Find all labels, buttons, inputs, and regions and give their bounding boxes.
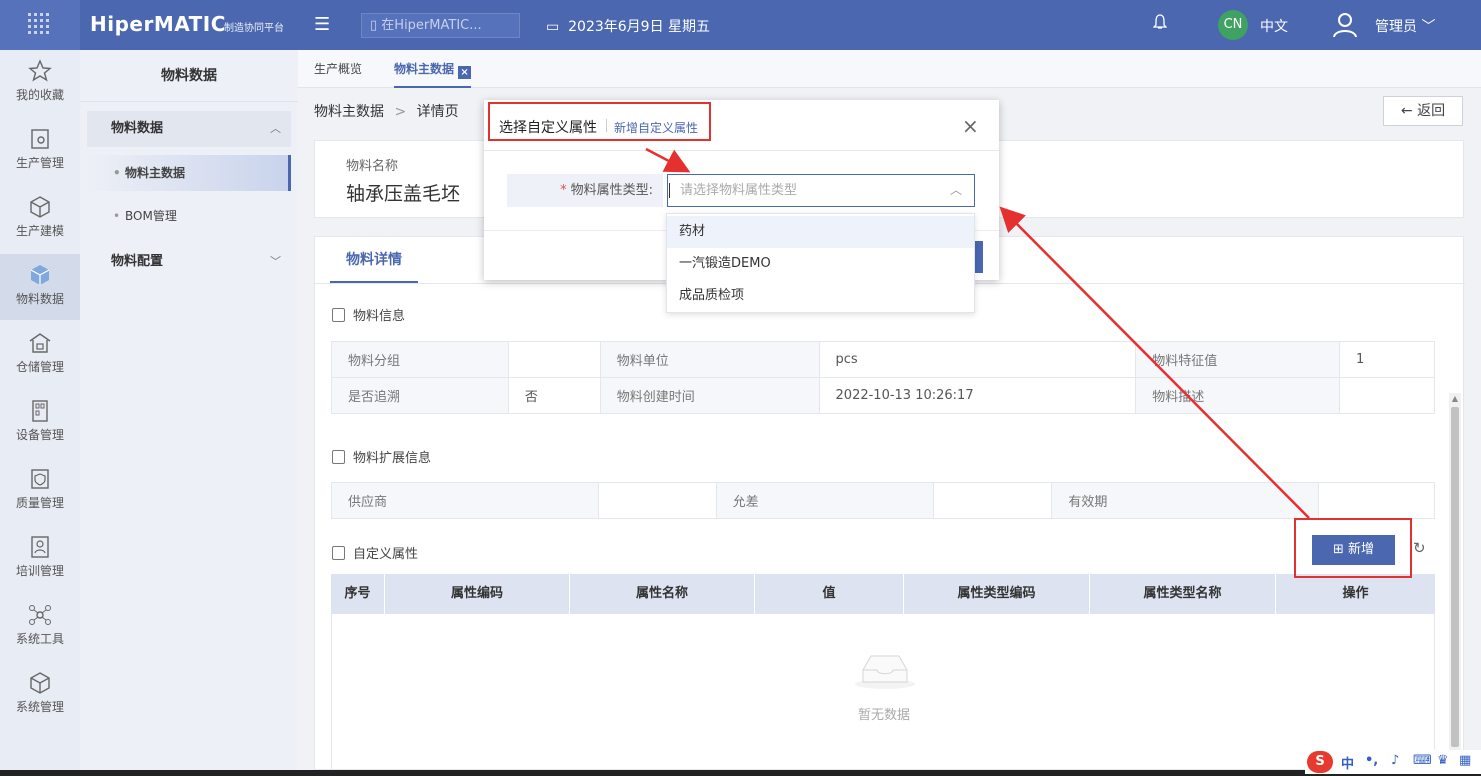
- rail-item-favorites[interactable]: 我的收藏: [0, 50, 80, 116]
- ime-skin-icon[interactable]: ♛: [1437, 753, 1449, 768]
- option-finished-inspection[interactable]: 成品质检项: [667, 280, 974, 312]
- section-material-info: 物料信息: [332, 305, 405, 324]
- chevron-down-icon: ﹀: [270, 255, 281, 268]
- document-icon: [332, 450, 345, 464]
- close-icon[interactable]: ×: [458, 66, 472, 79]
- scrollbar-thumb[interactable]: [1451, 407, 1459, 747]
- person-icon: [31, 536, 49, 558]
- cube-icon: [30, 196, 50, 218]
- brand-logo: HiperMATIC: [90, 12, 226, 36]
- section-material-ext: 物料扩展信息: [332, 447, 431, 466]
- rail-item-warehouse[interactable]: 仓储管理: [0, 322, 80, 388]
- attribute-type-label: * 物料属性类型:: [507, 174, 663, 207]
- sidebar-title: 物料数据: [80, 50, 298, 102]
- sidebar-item-material-master[interactable]: 物料主数据: [87, 155, 291, 191]
- material-detail-card: 物料详情 物料信息 物料分组 物料单位 pcs 物料特征值 1 是否追溯 否 物…: [314, 236, 1465, 771]
- menu-toggle-icon[interactable]: ☰: [314, 14, 330, 35]
- sogou-logo-icon: S: [1307, 751, 1333, 773]
- star-icon: [28, 59, 52, 82]
- rail-item-modeling[interactable]: 生产建模: [0, 186, 80, 252]
- empty-text: 暂无数据: [857, 708, 910, 723]
- rail-item-system[interactable]: 系统管理: [0, 662, 80, 728]
- warehouse-icon: [29, 333, 51, 353]
- top-header: HiperMATIC 制造协同平台 ☰ ▯ 在HiperMATIC... ▭ 2…: [0, 0, 1481, 50]
- language-badge[interactable]: CN: [1218, 10, 1248, 40]
- taskbar-strip: [0, 770, 1481, 776]
- back-button[interactable]: ← 返回: [1383, 96, 1463, 126]
- ime-toolbar[interactable]: S 中 •, ♪ ⌨ ♛ ▦: [1305, 750, 1481, 774]
- search-input[interactable]: ▯ 在HiperMATIC...: [361, 13, 520, 38]
- table-row: 是否追溯 否 物料创建时间 2022-10-13 10:26:17 物料描述: [331, 377, 1435, 414]
- arrow-left-icon: ←: [1400, 103, 1418, 119]
- date-display: ▭ 2023年6月9日 星期五: [546, 19, 711, 35]
- ime-mic-icon[interactable]: ♪: [1391, 753, 1399, 768]
- attribute-type-dropdown: 药材 一汽锻造DEMO 成品质检项: [666, 213, 975, 313]
- material-name-value: 轴承压盖毛坯: [346, 183, 461, 205]
- document-icon: [332, 308, 345, 322]
- annotation-box-dialog-title: [488, 102, 711, 141]
- sidebar-group-material-config[interactable]: 物料配置 ﹀: [87, 244, 291, 280]
- material-info-table: 物料分组 物料单位 pcs 物料特征值 1 是否追溯 否 物料创建时间 2022…: [331, 341, 1435, 414]
- table-row: 供应商 允差 有效期: [331, 482, 1435, 519]
- annotation-box-add-button: [1294, 518, 1412, 578]
- sidebar-item-bom[interactable]: BOM管理: [87, 198, 291, 234]
- rail-item-production[interactable]: 生产管理: [0, 118, 80, 184]
- ime-menu-icon[interactable]: ▦: [1459, 753, 1471, 768]
- chevron-down-icon: ﹀: [1417, 19, 1436, 35]
- breadcrumb-current: 详情页: [416, 104, 459, 120]
- shield-icon: [31, 469, 49, 489]
- calendar-icon: ▭: [546, 19, 569, 35]
- custom-attributes-header: 序号 属性编码 属性名称 值 属性类型编码 属性类型名称 操作: [331, 574, 1435, 614]
- refresh-icon[interactable]: ↻: [1413, 539, 1426, 557]
- bell-icon[interactable]: [1152, 14, 1168, 34]
- page-tabs: 生产概览 物料主数据 ×: [298, 50, 1481, 88]
- tab-material-master[interactable]: 物料主数据 ×: [394, 50, 472, 88]
- option-faw-forging-demo[interactable]: 一汽锻造DEMO: [667, 248, 974, 280]
- rail-item-tools[interactable]: 系统工具: [0, 594, 80, 660]
- rail-item-material[interactable]: 物料数据: [0, 254, 80, 320]
- confirm-button[interactable]: [975, 241, 983, 273]
- empty-inbox-icon: [855, 655, 915, 689]
- search-doc-icon: ▯: [370, 18, 382, 33]
- chevron-up-icon: ︿: [949, 183, 962, 197]
- user-avatar-icon[interactable]: [1330, 9, 1360, 43]
- scroll-up-icon[interactable]: ▲: [1449, 393, 1461, 405]
- language-switch[interactable]: 中文: [1260, 16, 1288, 36]
- chevron-up-icon: ︿: [270, 122, 281, 135]
- tab-production-overview[interactable]: 生产概览: [314, 50, 362, 88]
- section-custom-attributes: 自定义属性: [332, 543, 418, 562]
- breadcrumb: 物料主数据 > 详情页: [314, 104, 459, 120]
- sidebar-group-material-data[interactable]: 物料数据 ︿: [87, 111, 291, 147]
- tab-material-detail[interactable]: 物料详情: [330, 237, 418, 283]
- rail-item-quality[interactable]: 质量管理: [0, 458, 80, 524]
- breadcrumb-root[interactable]: 物料主数据: [314, 104, 384, 120]
- app-grid-icon[interactable]: [0, 0, 80, 50]
- brand-subtitle: 制造协同平台: [224, 23, 284, 34]
- close-icon[interactable]: ×: [962, 115, 979, 137]
- sidebar: 物料数据 物料数据 ︿ 物料主数据 BOM管理 物料配置 ﹀: [80, 50, 298, 776]
- device-icon: [32, 400, 48, 422]
- ime-punct-icon[interactable]: •,: [1365, 753, 1378, 768]
- ime-keyboard-icon[interactable]: ⌨: [1413, 753, 1432, 768]
- table-row: 物料分组 物料单位 pcs 物料特征值 1: [331, 341, 1435, 378]
- cube-icon: [30, 672, 50, 694]
- document-icon: [332, 546, 345, 560]
- material-ext-table: 供应商 允差 有效期: [331, 482, 1435, 519]
- ime-mode-icon[interactable]: 中: [1341, 753, 1354, 772]
- custom-attributes-body: 暂无数据: [331, 614, 1435, 771]
- rail-item-device[interactable]: 设备管理: [0, 390, 80, 456]
- rail-item-training[interactable]: 培训管理: [0, 526, 80, 592]
- attribute-type-select[interactable]: 请选择物料属性类型 ︿: [667, 174, 975, 207]
- box-icon: [30, 265, 50, 285]
- user-menu[interactable]: 管理员 ﹀: [1375, 16, 1435, 36]
- material-name-label: 物料名称: [346, 159, 399, 174]
- module-rail: 我的收藏 生产管理 生产建模 物料数据 仓储管理 设备管理 质量管理 培训管理 …: [0, 50, 80, 776]
- text-caret: [669, 183, 670, 198]
- dialog-divider: [484, 150, 999, 151]
- clipboard-icon: [31, 129, 49, 149]
- network-icon: [29, 605, 51, 625]
- option-medicinal[interactable]: 药材: [667, 216, 974, 248]
